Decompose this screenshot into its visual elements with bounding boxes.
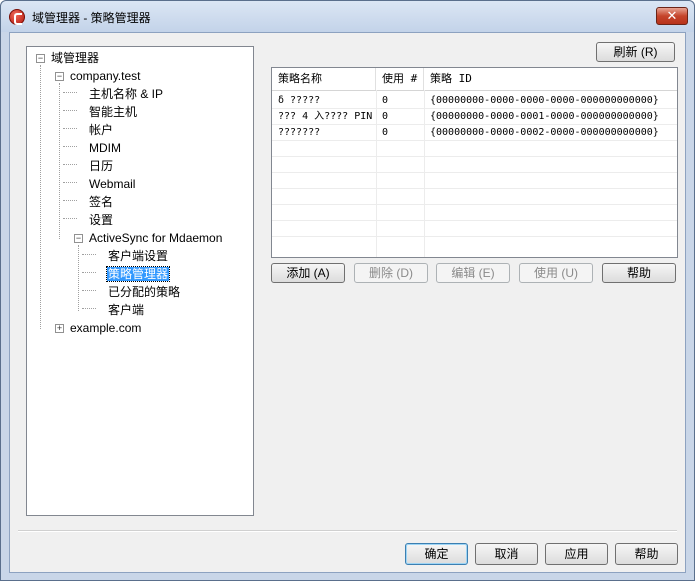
tree-connector xyxy=(59,83,60,239)
grid-line xyxy=(272,204,677,205)
mdaemon-app-icon xyxy=(9,9,25,25)
cell-policy-id: {00000000-0000-0000-0000-000000000000} xyxy=(430,95,659,106)
tree-connector xyxy=(63,92,77,93)
cell-policy-name: ??????? xyxy=(278,127,321,138)
grid-line xyxy=(272,188,677,189)
tree-connector xyxy=(82,308,96,309)
tree-connector xyxy=(63,164,77,165)
grid-line xyxy=(272,172,677,173)
collapse-activesync-toggle[interactable]: − xyxy=(74,234,83,243)
table-row[interactable]: δ ????? 0 {00000000-0000-0000-0000-00000… xyxy=(272,93,677,109)
domain-manager-window: 域管理器 - 策略管理器 ✕ − 域管理器 − company.test 主机名… xyxy=(0,0,695,581)
tree-node-settings[interactable]: 设置 xyxy=(89,212,113,228)
tree-connector xyxy=(40,65,41,329)
cell-use-count: 0 xyxy=(382,127,389,138)
tree-connector xyxy=(63,146,77,147)
policy-list[interactable]: 策略名称 使用 # 策略 ID δ ????? 0 {00000000-0000… xyxy=(271,67,678,258)
collapse-company-toggle[interactable]: − xyxy=(55,72,64,81)
tree-node-root[interactable]: 域管理器 xyxy=(51,50,99,66)
table-row[interactable]: ??? 4 入???? PIN 0 {00000000-0000-0001-00… xyxy=(272,109,677,125)
edit-button[interactable]: 编辑 (E) xyxy=(436,263,510,283)
tree-node-policy-manager[interactable]: 策略管理器 xyxy=(105,266,171,282)
dialog-client-area: − 域管理器 − company.test 主机名称 & IP 智能主机 帐户 … xyxy=(9,32,686,573)
add-button[interactable]: 添加 (A) xyxy=(271,263,345,283)
grid-line xyxy=(272,236,677,237)
refresh-button[interactable]: 刷新 (R) xyxy=(596,42,675,62)
tree-node-clients[interactable]: 客户端 xyxy=(108,302,144,318)
cell-policy-id: {00000000-0000-0001-0000-000000000000} xyxy=(430,111,659,122)
tree-connector xyxy=(78,245,79,311)
tree-connector xyxy=(63,182,77,183)
grid-line xyxy=(272,220,677,221)
grid-line xyxy=(272,140,677,141)
tree-connector xyxy=(63,200,77,201)
grid-line xyxy=(272,108,677,109)
tree-node-smart-host[interactable]: 智能主机 xyxy=(89,104,137,120)
title-bar: 域管理器 - 策略管理器 ✕ xyxy=(1,1,694,32)
tree-connector xyxy=(63,128,77,129)
close-button[interactable]: ✕ xyxy=(656,7,688,25)
window-title: 域管理器 - 策略管理器 xyxy=(32,11,151,25)
tree-node-webmail[interactable]: Webmail xyxy=(89,176,135,192)
expand-example-toggle[interactable]: + xyxy=(55,324,64,333)
use-button[interactable]: 使用 (U) xyxy=(519,263,593,283)
cell-policy-name: ??? 4 入???? PIN xyxy=(278,111,373,122)
tree-node-client-settings[interactable]: 客户端设置 xyxy=(108,248,168,264)
apply-button[interactable]: 应用 xyxy=(545,543,608,565)
help-button-policy[interactable]: 帮助 xyxy=(602,263,676,283)
collapse-root-toggle[interactable]: − xyxy=(36,54,45,63)
tree-node-assigned-policies[interactable]: 已分配的策略 xyxy=(108,284,180,300)
header-divider xyxy=(272,90,677,91)
column-header-use-count[interactable]: 使用 # xyxy=(376,68,424,90)
cell-use-count: 0 xyxy=(382,111,389,122)
grid-line xyxy=(272,124,677,125)
grid-line xyxy=(272,156,677,157)
tree-connector xyxy=(82,272,96,273)
cell-policy-id: {00000000-0000-0002-0000-000000000000} xyxy=(430,127,659,138)
cancel-button[interactable]: 取消 xyxy=(475,543,538,565)
tree-node-calendar[interactable]: 日历 xyxy=(89,158,113,174)
domain-tree-view[interactable]: − 域管理器 − company.test 主机名称 & IP 智能主机 帐户 … xyxy=(26,46,254,516)
cell-policy-name: δ ????? xyxy=(278,95,321,106)
tree-node-signature[interactable]: 签名 xyxy=(89,194,113,210)
column-header-policy-id[interactable]: 策略 ID xyxy=(424,68,677,90)
tree-node-example-com[interactable]: example.com xyxy=(70,320,141,336)
tree-connector xyxy=(82,254,96,255)
cell-use-count: 0 xyxy=(382,95,389,106)
tree-node-mdim[interactable]: MDIM xyxy=(89,140,121,156)
tree-connector xyxy=(63,218,77,219)
tree-connector xyxy=(63,110,77,111)
footer-separator xyxy=(18,530,677,532)
tree-node-accounts[interactable]: 帐户 xyxy=(89,122,113,138)
ok-button[interactable]: 确定 xyxy=(405,543,468,565)
tree-node-company-test[interactable]: company.test xyxy=(70,68,140,84)
tree-node-host-ip[interactable]: 主机名称 & IP xyxy=(89,86,163,102)
delete-button[interactable]: 删除 (D) xyxy=(354,263,428,283)
tree-node-activesync[interactable]: ActiveSync for Mdaemon xyxy=(89,230,222,246)
table-row[interactable]: ??????? 0 {00000000-0000-0002-0000-00000… xyxy=(272,125,677,141)
tree-connector xyxy=(82,290,96,291)
column-header-policy-name[interactable]: 策略名称 xyxy=(272,68,376,90)
help-button[interactable]: 帮助 xyxy=(615,543,678,565)
